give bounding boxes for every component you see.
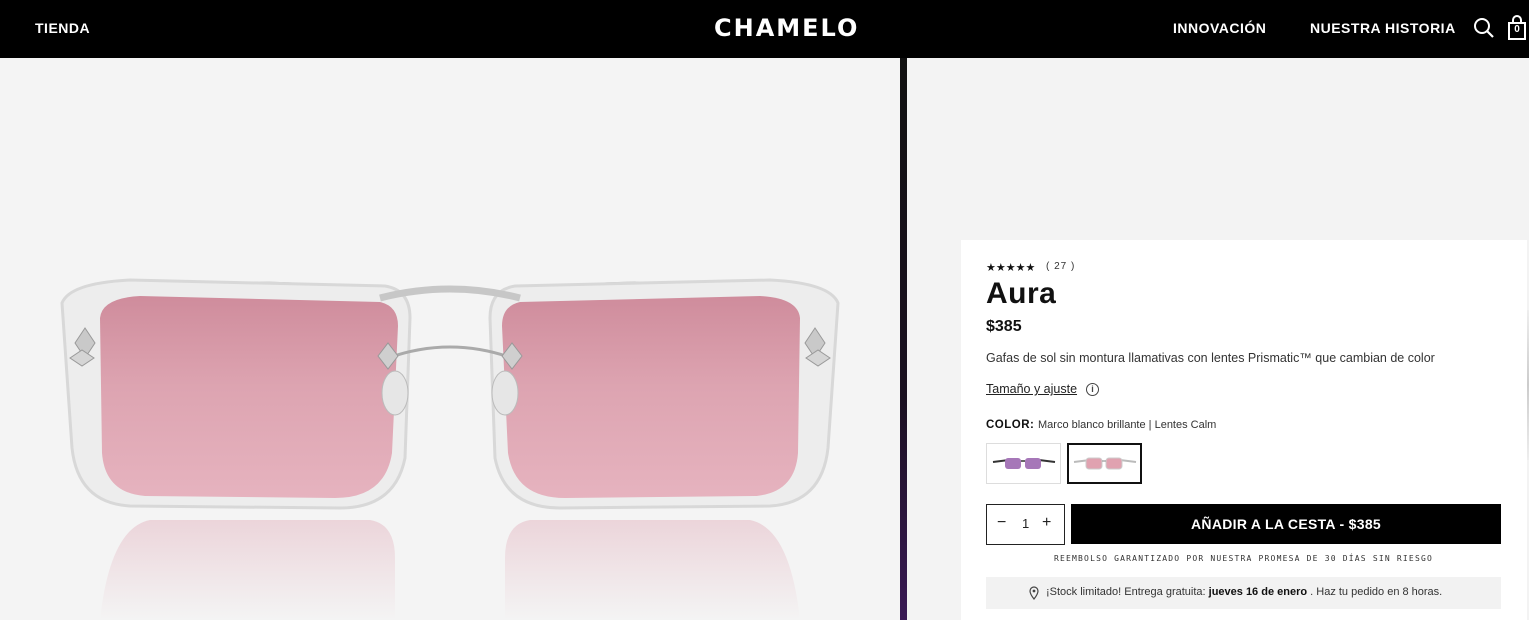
quantity-value[interactable]: 1 [1022, 516, 1029, 531]
swatch-black-frame[interactable] [986, 443, 1061, 484]
color-value: Marco blanco brillante | Lentes Calm [1038, 419, 1217, 431]
location-pin-icon [1029, 586, 1039, 600]
product-card: ★★★★★ ( 27 ) Aura $385 Gafas de sol sin … [961, 240, 1527, 620]
review-count[interactable]: ( 27 ) [1046, 261, 1075, 272]
site-header: TIENDA CHAMELO INNOVACIÓN NUESTRA HISTOR… [0, 0, 1529, 58]
swatch-white-frame[interactable] [1067, 443, 1142, 484]
product-image[interactable] [0, 58, 900, 620]
quantity-stepper: − 1 + [986, 504, 1065, 545]
delivery-prefix: ¡Stock limitado! Entrega gratuita: [1046, 586, 1209, 598]
add-to-cart-button[interactable]: AÑADIR A LA CESTA - $385 [1071, 504, 1501, 544]
cart-count: 0 [1514, 24, 1520, 35]
delivery-banner: ¡Stock limitado! Entrega gratuita: jueve… [986, 577, 1501, 609]
brand-logo[interactable]: CHAMELO [714, 14, 859, 42]
sunglasses-image [60, 278, 840, 620]
delivery-date: jueves 16 de enero [1208, 586, 1308, 598]
product-price: $385 [986, 318, 1022, 335]
product-title: Aura [986, 277, 1057, 310]
nav-shop-link[interactable]: TIENDA [35, 20, 90, 36]
color-label: COLOR: [986, 419, 1035, 431]
info-icon[interactable]: i [1086, 383, 1099, 396]
quantity-decrease-button[interactable]: − [997, 514, 1006, 532]
size-fit-link[interactable]: Tamaño y ajuste [986, 382, 1077, 396]
nav-innovation-link[interactable]: INNOVACIÓN [1173, 20, 1266, 36]
image-divider [900, 58, 907, 620]
delivery-text: ¡Stock limitado! Entrega gratuita: jueve… [1046, 586, 1442, 598]
shopping-bag-icon[interactable]: 0 [1506, 15, 1528, 41]
rating-stars[interactable]: ★★★★★ [986, 261, 1035, 274]
delivery-suffix: . Haz tu pedido en 8 horas. [1307, 586, 1443, 598]
nav-story-link[interactable]: NUESTRA HISTORIA [1310, 20, 1456, 36]
search-icon[interactable] [1473, 17, 1495, 39]
guarantee-text: REEMBOLSO GARANTIZADO POR NUESTRA PROMES… [1053, 554, 1434, 563]
product-description: Gafas de sol sin montura llamativas con … [986, 351, 1435, 365]
quantity-increase-button[interactable]: + [1042, 514, 1051, 532]
